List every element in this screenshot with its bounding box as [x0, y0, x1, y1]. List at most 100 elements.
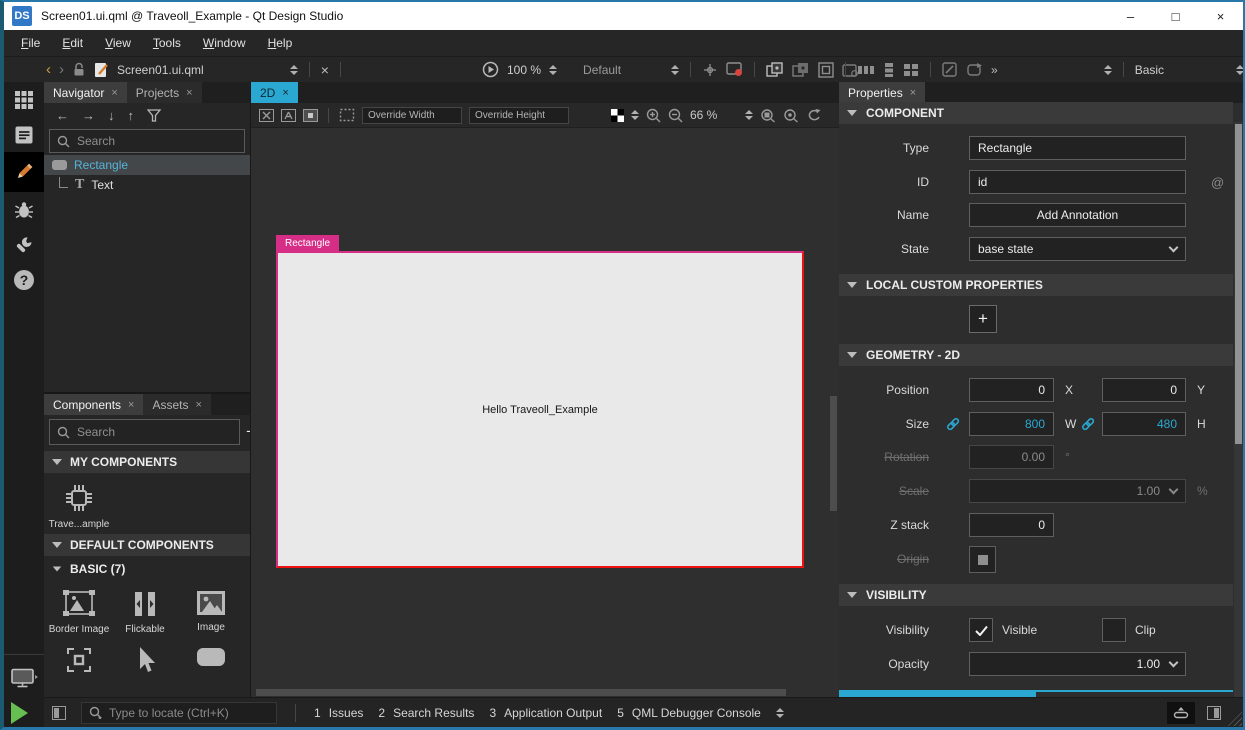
output-pane-spinner[interactable]: [776, 708, 784, 718]
filter-icon[interactable]: [147, 109, 162, 122]
layout-column-icon[interactable]: [883, 62, 895, 78]
components-search-input[interactable]: [77, 425, 232, 439]
create-component-icon[interactable]: [766, 62, 784, 78]
toolbar-overflow[interactable]: »: [991, 63, 998, 77]
2d-canvas[interactable]: Rectangle Hello Traveoll_Example: [251, 128, 839, 697]
close-icon[interactable]: ×: [111, 87, 117, 99]
size-h-input[interactable]: 480: [1102, 412, 1186, 436]
forward-icon[interactable]: ›: [59, 61, 64, 78]
component-border-image[interactable]: Border Image: [46, 589, 112, 635]
toggle-output-pane-icon[interactable]: [1167, 702, 1195, 724]
canvas-vertical-scrollbar[interactable]: [830, 396, 837, 511]
style-selector[interactable]: Default: [583, 63, 621, 77]
reset-view-icon[interactable]: [806, 108, 821, 122]
menu-view[interactable]: View: [94, 36, 142, 50]
override-height-input[interactable]: [469, 107, 569, 124]
section-default-components[interactable]: DEFAULT COMPONENTS: [44, 534, 250, 556]
zstack-input[interactable]: 0: [969, 513, 1054, 537]
components-search[interactable]: [49, 419, 240, 445]
menu-file[interactable]: File: [10, 36, 51, 50]
locator-input[interactable]: [109, 706, 269, 720]
position-x-input[interactable]: 0: [969, 378, 1054, 402]
create-child-component-icon[interactable]: [792, 62, 810, 78]
locator[interactable]: [81, 702, 277, 724]
layout-grid-icon[interactable]: [903, 63, 919, 77]
tab-projects[interactable]: Projects ×: [127, 82, 202, 103]
layout-row-icon[interactable]: [857, 64, 875, 76]
back-icon[interactable]: ‹: [46, 61, 51, 78]
toggle-right-sidebar-icon[interactable]: [1207, 706, 1221, 720]
tab-rectangle-specifics[interactable]: Rectangle: [839, 690, 1036, 697]
origin-selector[interactable]: [969, 546, 996, 573]
properties-scrollbar-thumb[interactable]: [1235, 124, 1242, 444]
component-image[interactable]: Image: [178, 589, 244, 635]
link-icon[interactable]: [1081, 417, 1095, 431]
design-mode-icon[interactable]: [4, 152, 44, 192]
move-left-icon[interactable]: ←: [56, 108, 69, 123]
zoom-fit-selection-icon[interactable]: [783, 108, 799, 123]
canvas-horizontal-scrollbar[interactable]: [256, 689, 786, 696]
tab-components[interactable]: Components ×: [44, 394, 143, 415]
tree-item-text[interactable]: T Text: [44, 175, 250, 195]
canvas-zoom-spinner[interactable]: [745, 110, 753, 120]
pane-qml-debugger-console[interactable]: 5QML Debugger Console: [617, 706, 761, 720]
tab-layout[interactable]: Layout: [1036, 690, 1233, 697]
close-icon[interactable]: ×: [128, 399, 134, 411]
tab-2d[interactable]: 2D ×: [251, 82, 298, 103]
tab-assets[interactable]: Assets ×: [143, 394, 210, 415]
screen-warning-icon[interactable]: [726, 62, 743, 77]
tab-navigator[interactable]: Navigator ×: [44, 82, 127, 103]
minimize-button[interactable]: –: [1108, 2, 1153, 30]
qml-rectangle[interactable]: Hello Traveoll_Example: [276, 251, 804, 568]
section-my-components[interactable]: MY COMPONENTS: [44, 451, 250, 473]
pane-search-results[interactable]: 2Search Results: [378, 706, 474, 720]
debug-mode-icon[interactable]: [4, 192, 44, 227]
background-checker-icon[interactable]: [611, 109, 624, 122]
navigator-search[interactable]: [49, 129, 245, 153]
selection-tag[interactable]: Rectangle: [276, 235, 339, 251]
background-spinner[interactable]: [631, 110, 639, 120]
qml-text-item[interactable]: Hello Traveoll_Example: [482, 404, 598, 416]
zoom-out-icon[interactable]: [668, 108, 683, 123]
projects-wrench-icon[interactable]: [4, 227, 44, 262]
id-input[interactable]: id: [969, 170, 1186, 194]
state-dropdown[interactable]: base state: [969, 237, 1186, 261]
tree-item-rectangle[interactable]: Rectangle: [44, 155, 250, 175]
menu-help[interactable]: Help: [257, 36, 304, 50]
component-flickable[interactable]: Flickable: [112, 589, 178, 635]
link-icon[interactable]: [946, 417, 960, 431]
toggle-left-sidebar-icon[interactable]: [52, 706, 66, 720]
run-button[interactable]: [11, 702, 28, 724]
move-up-icon[interactable]: ↑: [128, 108, 135, 123]
kit-selector-icon[interactable]: [4, 661, 44, 695]
visible-checkbox[interactable]: [969, 618, 993, 642]
rotate-icon[interactable]: [966, 62, 983, 77]
add-annotation-button[interactable]: Add Annotation: [969, 203, 1186, 227]
pane-issues[interactable]: 1Issues: [314, 706, 363, 720]
basic-spinner-left[interactable]: [1104, 65, 1112, 75]
snap-anchors-icon[interactable]: [281, 109, 296, 122]
no-snapping-icon[interactable]: [259, 109, 274, 122]
scale-dropdown[interactable]: 1.00: [969, 479, 1186, 503]
section-basic[interactable]: BASIC (7): [44, 558, 250, 580]
move-down-icon[interactable]: ↓: [108, 108, 115, 123]
zoom-in-icon[interactable]: [646, 108, 661, 123]
close-icon[interactable]: ×: [910, 87, 916, 99]
preview-zoom-value[interactable]: 100 %: [507, 63, 541, 77]
show-bounds-icon[interactable]: [339, 108, 355, 122]
section-local-custom-properties[interactable]: LOCAL CUSTOM PROPERTIES: [839, 274, 1233, 296]
breadcrumb-filename[interactable]: Screen01.ui.qml: [117, 63, 204, 77]
lock-icon[interactable]: [72, 62, 86, 77]
close-document-icon[interactable]: ×: [321, 62, 329, 78]
canvas-zoom-value[interactable]: 66 %: [690, 108, 717, 122]
run-preview-icon[interactable]: [482, 61, 499, 78]
close-button[interactable]: ×: [1198, 2, 1243, 30]
menu-edit[interactable]: Edit: [51, 36, 94, 50]
edit-component-icon[interactable]: [942, 62, 958, 78]
component-rectangle[interactable]: [178, 645, 244, 675]
section-visibility[interactable]: VISIBILITY: [839, 584, 1233, 606]
alias-export-icon[interactable]: @: [1211, 169, 1224, 195]
move-anchor-icon[interactable]: [702, 62, 718, 78]
close-icon[interactable]: ×: [282, 87, 288, 99]
basic-spinner-right[interactable]: [1236, 65, 1244, 75]
